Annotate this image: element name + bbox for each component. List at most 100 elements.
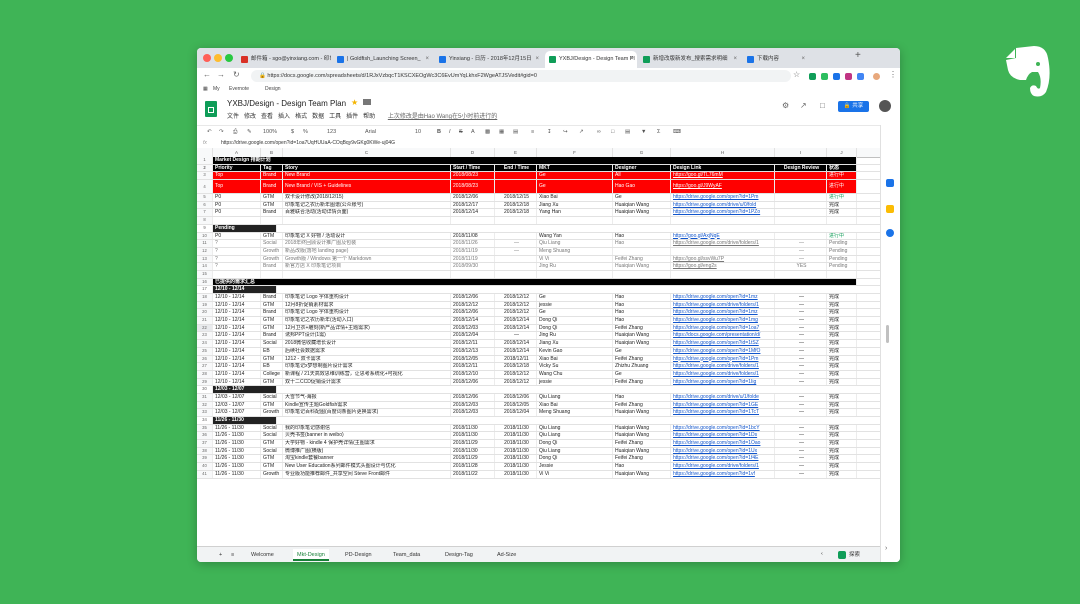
column-header[interactable]: G — [613, 148, 671, 157]
table-cell[interactable]: Huaiqian Wang — [613, 424, 671, 432]
table-cell[interactable]: 12月卫衣+雕刻(新产品详情+主题需求) — [283, 324, 451, 332]
table-cell[interactable]: Vi Vi — [537, 255, 613, 263]
table-cell[interactable]: 2018/12/13 — [451, 347, 495, 355]
table-cell[interactable]: 完成 — [827, 447, 857, 455]
table-cell[interactable]: 2018/11/30 — [451, 432, 495, 440]
table-cell[interactable]: Kindle宣传主题Goldfish需求 — [283, 401, 451, 409]
table-cell[interactable]: 2018/11/30 — [495, 424, 537, 432]
table-cell[interactable] — [451, 217, 495, 224]
sheet-scroll-left-icon[interactable]: ‹ — [821, 551, 823, 557]
design-link-cell[interactable]: https://drive.google.com/open?id=1vf — [671, 470, 775, 478]
doc-title[interactable]: YXBJ/Design - Design Team Plan — [227, 99, 346, 108]
table-cell[interactable]: Huaiqian Wang — [613, 332, 671, 340]
table-cell[interactable]: 2018/12/06 — [451, 378, 495, 386]
table-cell[interactable]: Social — [261, 447, 283, 455]
row-number[interactable]: 11 — [197, 240, 213, 247]
table-cell[interactable]: Xiao Bai — [537, 355, 613, 363]
table-cell[interactable]: Huaiqian Wang — [613, 340, 671, 347]
group-label-cell[interactable]: 11/26 - 11/30 — [213, 417, 277, 424]
table-cell[interactable]: GTM — [261, 455, 283, 463]
rotate-icon[interactable]: ↗ — [579, 126, 584, 138]
table-cell[interactable]: 大学好物 - kindle 4 保护壳详情(主图需求 — [283, 440, 451, 447]
tab-close-icon[interactable]: × — [733, 51, 737, 68]
table-cell[interactable] — [283, 270, 451, 278]
table-cell[interactable]: 双卡设计修改(2018/12/15) — [283, 194, 451, 201]
table-cell[interactable]: 2018/12/06 — [451, 309, 495, 317]
row-number[interactable]: 21 — [197, 317, 213, 324]
table-cell[interactable]: — — [775, 324, 827, 332]
tab-close-icon[interactable]: × — [801, 51, 805, 68]
row-number[interactable]: 27 — [197, 363, 213, 370]
table-cell[interactable]: Xiao Bai — [537, 194, 613, 201]
table-cell[interactable]: Ge — [613, 347, 671, 355]
table-cell[interactable]: Kevin Gao — [537, 347, 613, 355]
table-cell[interactable]: Start / Time — [451, 164, 495, 172]
table-cell[interactable]: GTM — [261, 201, 283, 209]
table-cell[interactable]: 2018/12/14 — [451, 317, 495, 324]
table-cell[interactable]: Ge — [613, 194, 671, 201]
design-link-cell[interactable]: https://goo.gl/eng2s — [671, 263, 775, 270]
select-all-corner[interactable] — [197, 148, 213, 157]
table-cell[interactable]: Jiang Xu — [537, 340, 613, 347]
table-cell[interactable]: 2018/11/30 — [495, 432, 537, 440]
table-cell[interactable] — [775, 232, 827, 240]
table-cell[interactable] — [495, 255, 537, 263]
row-number[interactable]: 37 — [197, 440, 213, 447]
group-label-cell[interactable]: 12/10 - 12/14 — [213, 286, 277, 293]
table-cell[interactable]: 12/03 - 12/07 — [213, 401, 261, 409]
all-sheets-icon[interactable]: ≡ — [227, 549, 238, 561]
table-cell[interactable]: 2018/12/03 — [451, 409, 495, 416]
table-cell[interactable]: — — [495, 240, 537, 247]
table-cell[interactable]: New Brand — [283, 172, 451, 180]
table-cell[interactable]: 诱邦PPT设计(1需) — [283, 332, 451, 340]
column-header[interactable]: F — [537, 148, 613, 157]
table-cell[interactable]: 2018/08/23 — [451, 172, 495, 180]
percent-format[interactable]: % — [303, 126, 308, 138]
table-cell[interactable]: 12/03 - 12/07 — [213, 409, 261, 416]
table-cell[interactable]: EB — [261, 363, 283, 370]
table-cell[interactable]: All — [613, 172, 671, 180]
print-icon[interactable]: ⎙ — [233, 126, 237, 138]
table-cell[interactable]: Ge — [537, 180, 613, 194]
table-cell[interactable]: Feifei Zhang — [613, 401, 671, 409]
table-cell[interactable]: Top — [213, 172, 261, 180]
table-cell[interactable]: 印象笔记之农历新年图谱(公众账号) — [283, 201, 451, 209]
table-cell[interactable]: Hao — [613, 393, 671, 401]
table-cell[interactable]: 2018/12/15 — [495, 194, 537, 201]
table-cell[interactable]: College — [261, 370, 283, 378]
table-cell[interactable]: — — [775, 401, 827, 409]
table-cell[interactable]: GTM — [261, 463, 283, 470]
table-cell[interactable]: Priority — [213, 164, 261, 172]
filter-icon[interactable]: ▼ — [641, 126, 646, 138]
link-icon[interactable]: ∞ — [597, 126, 601, 138]
table-cell[interactable]: 2018/11/30 — [451, 424, 495, 432]
table-cell[interactable]: 2018年终回顾设计推广图及包装 — [283, 240, 451, 247]
table-cell[interactable] — [775, 180, 827, 194]
table-cell[interactable]: 2018/11/19 — [451, 247, 495, 255]
browser-menu-icon[interactable]: ⋮ — [889, 70, 897, 79]
table-cell[interactable]: 2018/09/30 — [451, 263, 495, 270]
group-label-cell[interactable]: Pending — [213, 224, 277, 232]
table-cell[interactable]: 进行中 — [827, 194, 857, 201]
column-header[interactable]: H — [671, 148, 775, 157]
row-number[interactable]: 3 — [197, 172, 213, 180]
table-cell[interactable]: P0 — [213, 194, 261, 201]
row-number[interactable]: 23 — [197, 332, 213, 340]
design-link-cell[interactable] — [671, 217, 775, 224]
table-cell[interactable]: 12/10 - 12/14 — [213, 309, 261, 317]
share-button[interactable]: 🔒 共享 — [838, 101, 869, 112]
explore-button[interactable]: 探索 — [838, 549, 860, 561]
table-cell[interactable]: — — [775, 309, 827, 317]
new-tab-plus-icon[interactable]: + — [855, 50, 861, 61]
table-cell[interactable]: jessie — [537, 378, 613, 386]
table-cell[interactable]: — — [775, 470, 827, 478]
table-cell[interactable] — [283, 217, 451, 224]
table-cell[interactable]: Vi Vi — [537, 470, 613, 478]
table-cell[interactable] — [261, 270, 283, 278]
table-cell[interactable]: GTM — [261, 355, 283, 363]
row-number[interactable]: 1 — [197, 157, 213, 164]
design-link-cell[interactable]: https://drive.google.com/drive/u/1/folde — [671, 393, 775, 401]
table-cell[interactable]: 完成 — [827, 324, 857, 332]
table-cell[interactable]: 印象笔记之农历新年(活动入口) — [283, 317, 451, 324]
table-cell[interactable]: 12/10 - 12/14 — [213, 294, 261, 301]
